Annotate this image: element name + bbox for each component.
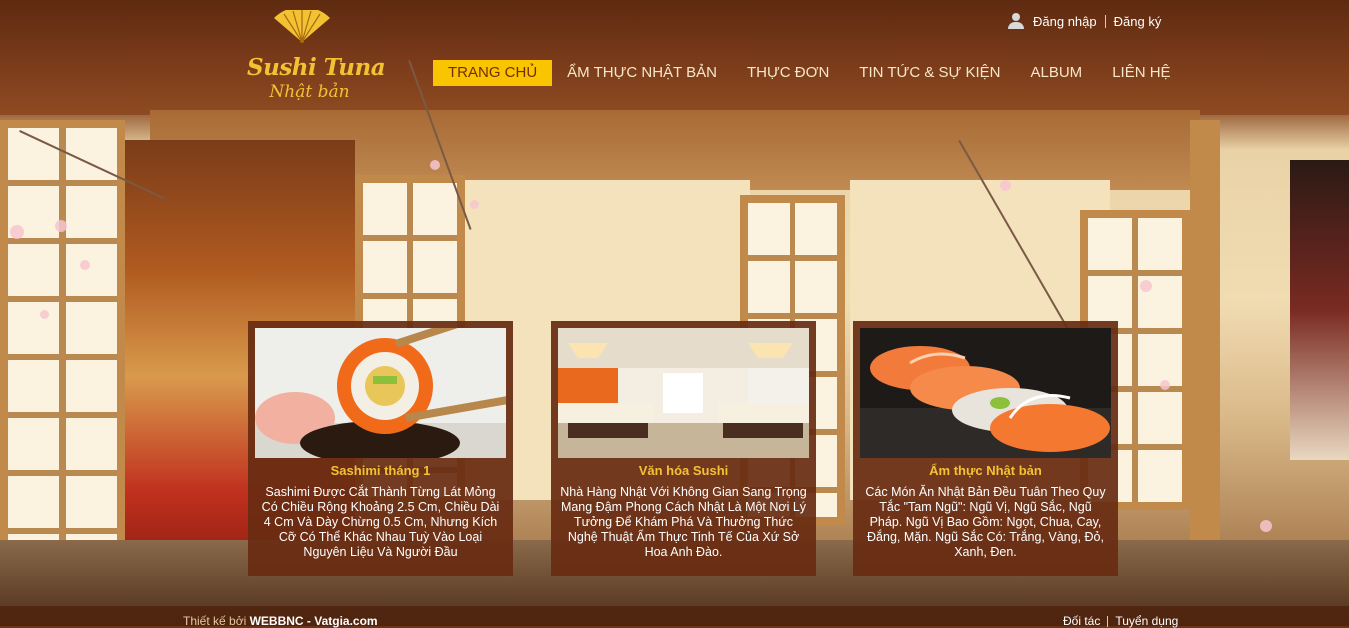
divider xyxy=(1107,616,1109,627)
blossom xyxy=(1260,520,1272,532)
wall-painting xyxy=(1290,160,1349,460)
blossom xyxy=(55,220,67,232)
nav-item-contact[interactable]: LIÊN HỆ xyxy=(1097,60,1185,86)
feature-card[interactable]: Ẩm thực Nhật bản Các Món Ăn Nhật Bản Đều… xyxy=(853,321,1118,576)
blossom xyxy=(430,160,440,170)
user-icon xyxy=(1008,13,1024,29)
card-text: Nhà Hàng Nhật Với Không Gian Sang Trọng … xyxy=(560,485,807,559)
login-link[interactable]: Đăng nhập xyxy=(1033,14,1097,29)
wood-pillar xyxy=(1190,120,1220,550)
register-link[interactable]: Đăng ký xyxy=(1114,14,1162,29)
nav-item-album[interactable]: ALBUM xyxy=(1016,60,1098,86)
nav-item-home[interactable]: TRANG CHỦ xyxy=(433,60,553,86)
nav-item-news-events[interactable]: TIN TỨC & SỰ KIỆN xyxy=(844,60,1015,86)
logo-title: Sushi Tuna xyxy=(247,54,386,81)
feature-card[interactable]: Văn hóa Sushi Nhà Hàng Nhật Với Không Gi… xyxy=(551,321,816,576)
logo-subtitle: Nhật bản xyxy=(269,82,350,102)
card-title[interactable]: Ẩm thực Nhật bản xyxy=(853,463,1118,478)
blossom xyxy=(10,225,24,239)
divider xyxy=(1104,14,1106,28)
blossom xyxy=(1160,380,1170,390)
feature-card[interactable]: Sashimi tháng 1 Sashimi Được Cắt Thành T… xyxy=(248,321,513,576)
blossom xyxy=(1140,280,1152,292)
blossom xyxy=(1000,180,1011,191)
blossom xyxy=(40,310,49,319)
blossom xyxy=(80,260,90,270)
nav-item-menu[interactable]: THỰC ĐƠN xyxy=(732,60,844,86)
card-title[interactable]: Sashimi tháng 1 xyxy=(248,463,513,478)
nav-item-japanese-cuisine[interactable]: ẨM THỰC NHẬT BẢN xyxy=(552,60,732,86)
card-title[interactable]: Văn hóa Sushi xyxy=(551,463,816,478)
auth-links: Đăng nhập Đăng ký xyxy=(1008,11,1161,31)
shoji-screen-left xyxy=(0,120,125,590)
sushi-roll-image[interactable] xyxy=(255,328,506,458)
blossom xyxy=(470,200,479,209)
nigiri-sushi-image[interactable] xyxy=(860,328,1111,458)
main-nav: TRANG CHỦ ẨM THỰC NHẬT BẢN THỰC ĐƠN TIN … xyxy=(433,60,1186,86)
card-text: Các Món Ăn Nhật Bản Đều Tuân Theo Quy Tắ… xyxy=(865,485,1106,559)
fan-icon xyxy=(274,10,330,43)
footer: Thiết kế bởi WEBBNC - Vatgia.com Đối tác… xyxy=(0,606,1349,628)
card-text: Sashimi Được Cắt Thành Từng Lát Mỏng Có … xyxy=(261,485,500,559)
restaurant-interior-image[interactable] xyxy=(558,328,809,458)
logo[interactable]: Sushi Tuna Nhật bản xyxy=(247,10,386,105)
